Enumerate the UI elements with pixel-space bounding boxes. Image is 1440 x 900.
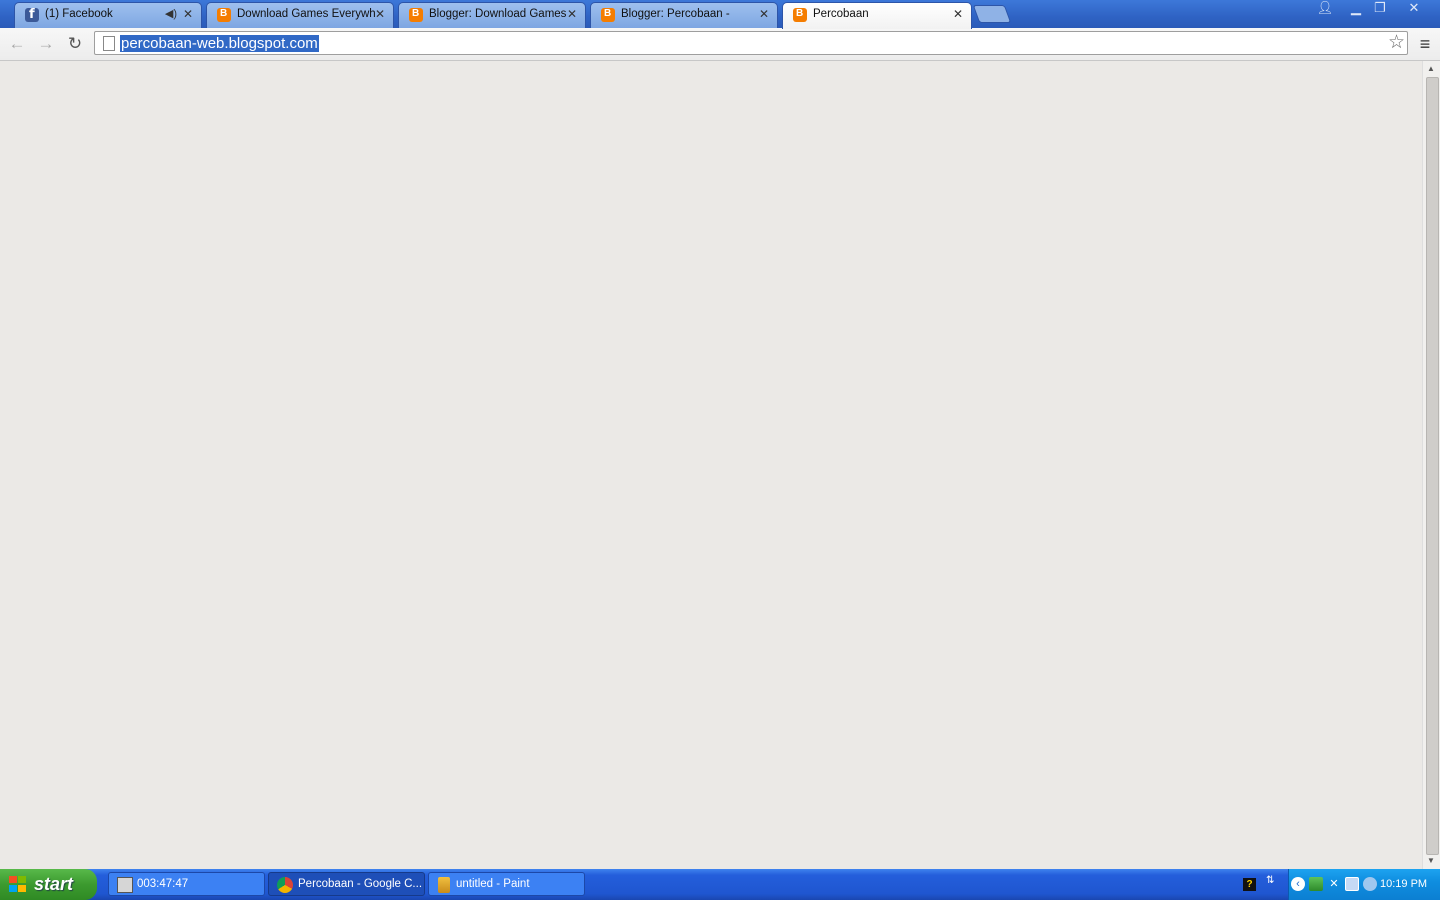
taskbar-item-label: 003:47:47 <box>137 878 189 890</box>
tab-title: (1) Facebook <box>45 8 113 20</box>
windows-logo-icon <box>9 876 27 893</box>
taskbar-item-timer[interactable]: 003:47:47 <box>108 872 265 896</box>
connection-icon[interactable] <box>1345 877 1359 891</box>
network-icon[interactable] <box>1309 877 1323 891</box>
browser-tab-strip: (1) Facebook ◀) ✕ Download Games Everywh… <box>0 0 1440 29</box>
user-profile-icon[interactable]: 👤︎ <box>1313 0 1337 18</box>
start-label: start <box>34 874 74 894</box>
page-icon <box>103 36 115 51</box>
facebook-icon <box>25 7 39 22</box>
scrollbar-thumb[interactable] <box>1426 77 1439 855</box>
blogger-icon <box>601 8 615 22</box>
show-hidden-icons-icon[interactable]: ‹ <box>1291 877 1305 891</box>
tab-download-games[interactable]: Download Games Everywher ✕ <box>206 2 394 28</box>
back-arrow-icon[interactable]: ← <box>6 33 28 55</box>
antivirus-icon[interactable]: ✕ <box>1327 877 1341 891</box>
scroll-down-icon[interactable]: ▼ <box>1427 856 1435 865</box>
blogger-icon <box>793 8 807 22</box>
close-icon[interactable]: ✕ <box>759 7 769 21</box>
tab-title: Download Games Everywher <box>237 8 375 20</box>
minimize-button[interactable]: ▁ <box>1344 0 1368 18</box>
vertical-scrollbar[interactable]: ▲ ▼ <box>1422 61 1440 869</box>
reload-icon[interactable]: ↻ <box>64 33 86 55</box>
start-button[interactable]: start <box>0 869 97 900</box>
help-icon[interactable]: ? <box>1243 878 1256 891</box>
address-text[interactable]: percobaan-web.blogspot.com <box>120 35 319 52</box>
language-icon[interactable]: ⇅ <box>1266 875 1274 886</box>
tab-percobaan[interactable]: Percobaan ✕ <box>782 2 972 29</box>
speaker-icon[interactable]: ◀) <box>165 7 177 20</box>
tab-facebook[interactable]: (1) Facebook ◀) ✕ <box>14 2 202 28</box>
windows-taskbar: start 003:47:47 Percobaan - Google C... … <box>0 869 1440 900</box>
taskbar-clock[interactable]: 10:19 PM <box>1380 878 1427 890</box>
forward-arrow-icon[interactable]: → <box>35 33 57 55</box>
blogger-icon <box>217 8 231 22</box>
tab-title: Percobaan <box>813 8 869 20</box>
close-icon[interactable]: ✕ <box>183 7 193 21</box>
paint-icon <box>438 877 450 893</box>
taskbar-item-label: Percobaan - Google C... <box>298 878 423 890</box>
close-icon[interactable]: ✕ <box>567 7 577 21</box>
taskbar-item-label: untitled - Paint <box>456 878 530 890</box>
hamburger-menu-icon[interactable]: ≡ <box>1416 34 1434 54</box>
taskbar-item-chrome[interactable]: Percobaan - Google C... <box>268 872 425 896</box>
taskbar-item-paint[interactable]: untitled - Paint <box>428 872 585 896</box>
tab-blogger-percobaan[interactable]: Blogger: Percobaan - ✕ <box>590 2 778 28</box>
browser-toolbar: ← → ↻ percobaan-web.blogspot.com ☆ ≡ <box>0 28 1440 61</box>
tab-title: Blogger: Download Games Ev <box>429 8 567 20</box>
close-window-button[interactable]: ✕ <box>1402 0 1426 18</box>
scroll-up-icon[interactable]: ▲ <box>1427 64 1435 73</box>
tab-blogger-download-games[interactable]: Blogger: Download Games Ev ✕ <box>398 2 586 28</box>
monitor-icon <box>117 877 133 893</box>
close-icon[interactable]: ✕ <box>953 7 963 21</box>
tab-title: Blogger: Percobaan - <box>621 8 730 20</box>
restore-button[interactable]: ❐ <box>1368 0 1392 18</box>
page-content <box>0 61 1422 869</box>
new-tab-button[interactable] <box>972 5 1012 23</box>
chrome-icon <box>277 877 293 893</box>
close-icon[interactable]: ✕ <box>375 7 385 21</box>
bookmark-star-icon[interactable]: ☆ <box>1388 32 1405 54</box>
address-bar[interactable]: percobaan-web.blogspot.com ☆ <box>94 31 1408 55</box>
blogger-icon <box>409 8 423 22</box>
volume-icon[interactable] <box>1363 877 1377 891</box>
